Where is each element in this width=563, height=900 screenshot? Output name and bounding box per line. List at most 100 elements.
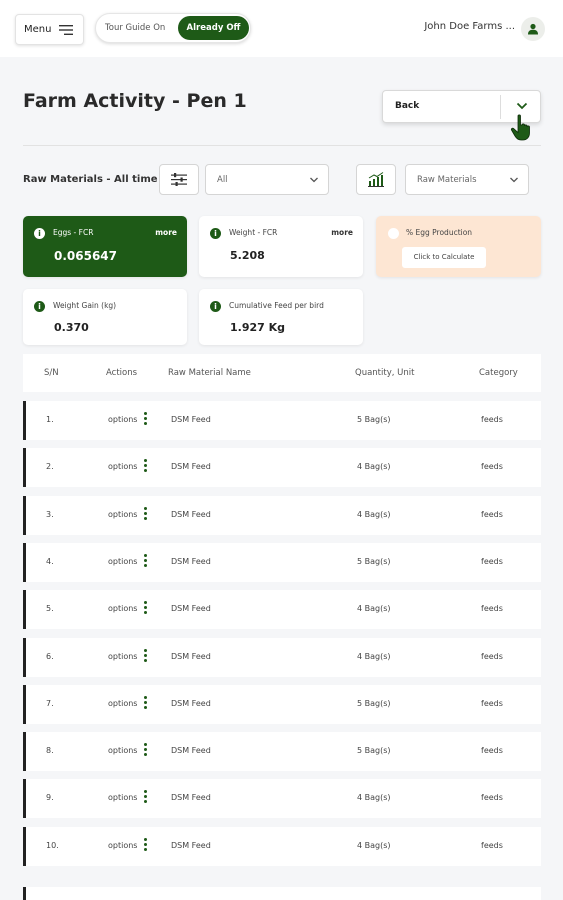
card-title: Weight Gain (kg) xyxy=(53,301,117,310)
row-material-name: DSM Feed xyxy=(171,840,211,850)
chart-view-button[interactable] xyxy=(356,164,396,195)
card-value: 5.208 xyxy=(230,249,265,262)
card-value: 0.370 xyxy=(54,321,89,334)
table-row: 6. options DSM Feed 4 Bag(s) feeds xyxy=(23,637,541,677)
row-quantity: 4 Bag(s) xyxy=(357,604,391,614)
row-quantity: 5 Bag(s) xyxy=(357,556,391,566)
sliders-icon xyxy=(171,173,187,186)
table-row: 7. options DSM Feed 5 Bag(s) feeds xyxy=(23,684,541,724)
kebab-icon[interactable] xyxy=(144,743,147,758)
table-row: 1. options DSM Feed 5 Bag(s) feeds xyxy=(23,401,541,440)
row-quantity: 4 Bag(s) xyxy=(357,840,391,850)
row-sn: 7. xyxy=(46,698,54,708)
row-category: feeds xyxy=(481,746,503,756)
kebab-icon[interactable] xyxy=(144,601,147,616)
table-row: 9. options DSM Feed 4 Bag(s) feeds xyxy=(23,779,541,819)
time-range-select[interactable]: All xyxy=(205,164,329,195)
card-title: Weight - FCR xyxy=(229,228,278,237)
tour-guide-toggle[interactable]: Tour Guide On Already Off xyxy=(95,13,251,43)
kebab-icon[interactable] xyxy=(144,790,147,805)
chevron-down-icon xyxy=(310,177,318,183)
egg-production-card: % Egg Production Click to Calculate xyxy=(376,216,541,277)
row-sn: 4. xyxy=(46,556,54,566)
filter-title: Raw Materials - All time xyxy=(23,174,158,185)
kebab-icon[interactable] xyxy=(144,553,147,569)
row-category: feeds xyxy=(481,651,503,661)
menu-label: Menu xyxy=(24,24,52,35)
avatar[interactable] xyxy=(521,17,545,41)
divider xyxy=(500,95,501,119)
table-row: 8. options DSM Feed 5 Bag(s) feeds xyxy=(23,732,541,772)
row-category: feeds xyxy=(481,415,503,424)
tour-guide-off-option[interactable]: Already Off xyxy=(178,16,249,40)
header-category: Category xyxy=(479,368,518,378)
kebab-icon[interactable] xyxy=(144,648,147,664)
table-row xyxy=(23,887,541,900)
cumulative-feed-card: i Cumulative Feed per bird 1.927 Kg xyxy=(199,289,363,345)
top-bar: Menu Tour Guide On Already Off John Doe … xyxy=(0,0,563,57)
options-link[interactable]: options xyxy=(108,652,137,661)
material-type-select[interactable]: Raw Materials xyxy=(405,164,529,195)
options-link[interactable]: options xyxy=(108,462,137,471)
table-row: 5. options DSM Feed 4 Bag(s) feeds xyxy=(23,590,541,630)
header-material-name: Raw Material Name xyxy=(168,368,251,378)
filter-settings-button[interactable] xyxy=(159,164,199,195)
card-title: Eggs - FCR xyxy=(53,228,94,237)
options-link[interactable]: options xyxy=(108,415,137,424)
account-name[interactable]: John Doe Farms ... xyxy=(424,21,515,32)
header-quantity: Quantity, Unit xyxy=(355,368,415,378)
kebab-icon[interactable] xyxy=(144,837,147,853)
calculate-button[interactable]: Click to Calculate xyxy=(402,247,486,268)
bar-chart-icon xyxy=(368,172,384,187)
weight-fcr-card: i Weight - FCR more 5.208 xyxy=(199,216,363,277)
kebab-icon[interactable] xyxy=(144,506,147,522)
options-link[interactable]: options xyxy=(108,793,137,802)
row-sn: 9. xyxy=(46,793,54,803)
more-link[interactable]: more xyxy=(331,228,353,237)
back-label: Back xyxy=(395,101,420,111)
menu-button[interactable]: Menu xyxy=(15,14,84,45)
row-category: feeds xyxy=(481,793,503,803)
info-icon[interactable]: i xyxy=(210,228,221,239)
weight-gain-card: i Weight Gain (kg) 0.370 xyxy=(23,289,187,345)
row-quantity: 4 Bag(s) xyxy=(357,793,391,803)
table-row: 2. options DSM Feed 4 Bag(s) feeds xyxy=(23,448,541,488)
info-icon[interactable]: i xyxy=(34,228,45,239)
row-material-name: DSM Feed xyxy=(171,509,211,519)
hand-cursor-icon xyxy=(510,114,530,141)
row-material-name: DSM Feed xyxy=(171,604,211,614)
kebab-icon[interactable] xyxy=(144,459,147,474)
row-material-name: DSM Feed xyxy=(171,651,211,661)
row-sn: 10. xyxy=(46,840,59,850)
raw-materials-table: S/N Actions Raw Material Name Quantity, … xyxy=(23,354,541,900)
header-actions: Actions xyxy=(106,368,138,378)
row-category: feeds xyxy=(481,604,503,614)
options-link[interactable]: options xyxy=(108,510,137,519)
row-sn: 5. xyxy=(46,604,54,614)
options-link[interactable]: options xyxy=(108,557,137,566)
header-sn: S/N xyxy=(44,368,59,378)
kebab-icon[interactable] xyxy=(144,695,147,711)
info-icon[interactable]: i xyxy=(210,301,221,312)
info-icon[interactable]: i xyxy=(34,301,45,312)
row-material-name: DSM Feed xyxy=(171,793,211,803)
card-title: Cumulative Feed per bird xyxy=(229,301,324,310)
options-link[interactable]: options xyxy=(108,746,137,755)
options-link[interactable]: options xyxy=(108,604,137,613)
user-icon xyxy=(528,23,538,35)
row-material-name: DSM Feed xyxy=(171,698,211,708)
chevron-down-icon[interactable] xyxy=(516,101,528,111)
options-link[interactable]: options xyxy=(108,699,137,708)
time-range-value: All xyxy=(217,175,228,185)
card-value: 1.927 Kg xyxy=(230,321,286,334)
radio-icon[interactable] xyxy=(388,228,399,239)
options-link[interactable]: options xyxy=(108,841,137,850)
more-link[interactable]: more xyxy=(155,228,177,237)
hamburger-icon xyxy=(59,24,74,35)
row-category: feeds xyxy=(481,840,503,850)
page-title: Farm Activity - Pen 1 xyxy=(23,90,247,112)
kebab-icon[interactable] xyxy=(144,412,147,427)
tour-guide-on-option[interactable]: Tour Guide On xyxy=(105,14,165,42)
row-category: feeds xyxy=(481,509,503,519)
row-sn: 1. xyxy=(46,415,54,424)
